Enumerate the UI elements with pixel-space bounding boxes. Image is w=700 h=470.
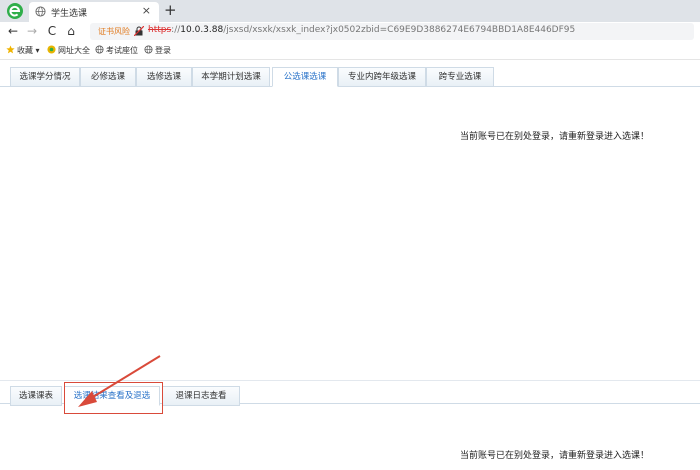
bottom-status-message: 当前账号已在别处登录，请重新登录进入选课！ — [460, 451, 650, 461]
star-icon — [6, 45, 15, 54]
url-host: 10.0.3.88 — [180, 25, 224, 35]
home-button[interactable]: ⌂ — [64, 24, 78, 38]
tab-drop-log[interactable]: 退课日志查看 — [162, 386, 240, 406]
url-path: /jsxsd/xsxk/xsxk_index?jx0502zbid=C69E9D… — [223, 25, 576, 35]
url-text[interactable]: https://10.0.3.88/jsxsd/xsxk/xsxk_index?… — [148, 25, 575, 35]
tab-cross-major[interactable]: 跨专业选课 — [426, 67, 494, 87]
insecure-lock-icon — [134, 26, 144, 36]
bookmarks-bar: 收藏 ▾ 网址大全 考试座位 登录 — [0, 42, 700, 60]
browser-tab[interactable]: 学生选课 × — [29, 2, 159, 22]
bookmark-favorites[interactable]: 收藏 ▾ — [6, 45, 40, 56]
tab-public-electives[interactable]: 公选课选课 — [272, 67, 338, 87]
bookmark-login[interactable]: 登录 — [144, 45, 171, 56]
url-scheme: https — [148, 25, 172, 35]
tab-cross-grade[interactable]: 专业内跨年级选课 — [338, 67, 426, 87]
bookmark-site-directory[interactable]: 网址大全 — [47, 45, 90, 56]
top-status-message: 当前账号已在别处登录，请重新登录进入选课！ — [460, 132, 650, 142]
bookmark-label: 考试座位 — [106, 46, 138, 55]
navigation-bar: ← → C ⌂ 证书风险 https://10.0.3.88/jsxsd/xsx… — [0, 22, 700, 42]
site-directory-icon — [47, 45, 56, 54]
globe-icon — [95, 45, 104, 54]
browser-logo-icon — [7, 3, 23, 19]
globe-icon — [144, 45, 153, 54]
tab-credit-status[interactable]: 选课学分情况 — [10, 67, 80, 87]
tab-required-courses[interactable]: 必修选课 — [80, 67, 136, 87]
tab-elective-courses[interactable]: 选修选课 — [136, 67, 192, 87]
new-tab-button[interactable]: + — [164, 1, 177, 19]
close-tab-icon[interactable]: × — [142, 4, 151, 17]
bookmark-exam-seat[interactable]: 考试座位 — [95, 45, 138, 56]
bookmark-label: 网址大全 — [58, 46, 90, 55]
address-bar[interactable]: 证书风险 https://10.0.3.88/jsxsd/xsxk/xsxk_i… — [90, 23, 694, 40]
globe-icon — [35, 6, 46, 17]
url-separator: :// — [171, 25, 181, 35]
bookmark-label: 登录 — [155, 46, 171, 55]
certificate-warning[interactable]: 证书风险 — [98, 26, 130, 37]
reload-button[interactable]: C — [45, 24, 59, 38]
bookmark-label: 收藏 — [17, 46, 33, 55]
tab-semester-plan[interactable]: 本学期计划选课 — [192, 67, 270, 87]
tab-course-schedule[interactable]: 选课课表 — [10, 386, 62, 406]
browser-titlebar: 学生选课 × + — [0, 0, 700, 22]
back-button[interactable]: ← — [6, 24, 20, 38]
forward-button[interactable]: → — [25, 24, 39, 38]
annotation-arrow-icon — [78, 355, 161, 407]
tab-title: 学生选课 — [51, 9, 88, 19]
